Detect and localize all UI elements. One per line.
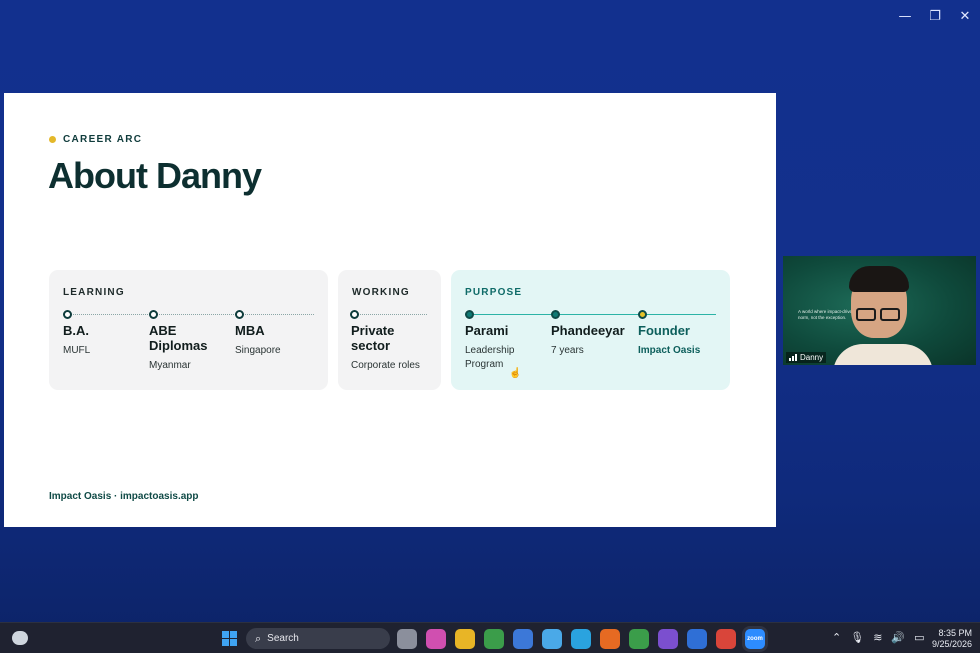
clock-date: 9/25/2026 [931, 639, 972, 649]
step-sub: MUFL [63, 345, 91, 356]
copilot-icon[interactable] [426, 629, 446, 649]
participant-name: Danny [800, 353, 824, 362]
timeline-track [63, 314, 314, 315]
step-title: Parami [465, 323, 509, 338]
viber-icon[interactable] [658, 629, 678, 649]
taskbar: ⌕ Search zoom ⌃ 🎙 ≋ 🔊 ▭ 8:35 PM 9/25/202… [0, 622, 980, 653]
wifi-icon[interactable]: ≋ [873, 631, 882, 644]
timeline-node-active-icon [638, 310, 647, 319]
participant-video[interactable]: A world where impact-driven p... are the… [783, 256, 976, 365]
firefox-icon[interactable] [600, 629, 620, 649]
timeline-node-icon [149, 310, 158, 319]
step-title: B.A. [63, 323, 89, 338]
glass-lens [880, 308, 900, 321]
battery-icon[interactable]: ▭ [914, 631, 924, 644]
timeline-node-icon [235, 310, 244, 319]
search-label: Search [267, 633, 299, 644]
hand-cursor-icon: ☝ [509, 368, 522, 379]
taskbar-clock[interactable]: 8:35 PM 9/25/2026 [932, 628, 972, 650]
shared-slide: CAREER ARC About Danny LEARNING B.A. MUF… [4, 93, 776, 527]
glasses-icon [856, 308, 904, 322]
eyebrow-dot-icon [49, 136, 56, 143]
chrome-alt-icon[interactable] [716, 629, 736, 649]
step-title: ABE Diplomas [149, 323, 208, 353]
system-tray: ⌃ 🎙 ≋ 🔊 ▭ [832, 631, 925, 644]
clock-time: 8:35 PM [938, 628, 972, 638]
step-title: Private sector [351, 323, 395, 353]
chrome-profile-icon[interactable] [629, 629, 649, 649]
timeline-node-icon [465, 310, 474, 319]
participant-name-tag: Danny [786, 352, 827, 363]
step-sub: Impact Oasis [638, 345, 701, 356]
chrome-icon[interactable] [484, 629, 504, 649]
search-icon: ⌕ [255, 631, 262, 645]
card-label: LEARNING [63, 287, 125, 298]
timeline-track [465, 314, 716, 315]
volume-icon[interactable]: 🔊 [891, 631, 905, 644]
microphone-icon[interactable]: 🎙 [850, 631, 864, 644]
window-controls: — ❐ ✕ [890, 6, 980, 26]
restore-button[interactable]: ❐ [920, 6, 950, 26]
glass-lens [856, 308, 876, 321]
working-card: WORKING Private sector Corporate roles [338, 270, 441, 390]
step-sub: Myanmar [149, 360, 191, 371]
timeline-node-icon [63, 310, 72, 319]
eyebrow: CAREER ARC [49, 134, 142, 145]
step-title: Phandeeyar [551, 323, 625, 338]
step-sub: Singapore [235, 345, 281, 356]
step-title: MBA [235, 323, 265, 338]
close-button[interactable]: ✕ [950, 6, 980, 26]
windows-start-icon[interactable] [222, 631, 237, 646]
participant-hair [849, 266, 909, 292]
telegram-icon[interactable] [571, 629, 591, 649]
copilot-pwa-icon[interactable] [542, 629, 562, 649]
learning-card: LEARNING B.A. MUFL ABE Diplomas Myanmar … [49, 270, 328, 390]
taskbar-search[interactable]: ⌕ Search [246, 628, 390, 649]
file-explorer-icon[interactable] [455, 629, 475, 649]
minimize-button[interactable]: — [890, 6, 920, 26]
store-icon[interactable] [513, 629, 533, 649]
step-sub: Leadership Program [465, 345, 515, 370]
participant-shirt [833, 344, 933, 365]
purpose-card: PURPOSE Parami Leadership Program Phande… [451, 270, 730, 390]
slide-footer: Impact Oasis · impactoasis.app [49, 491, 199, 502]
slide-title: About Danny [48, 155, 262, 196]
bitwarden-icon[interactable] [687, 629, 707, 649]
step-title: Founder [638, 323, 690, 338]
timeline-node-icon [350, 310, 359, 319]
step-sub: 7 years [551, 345, 584, 356]
card-label: PURPOSE [465, 287, 523, 298]
timeline-track [352, 314, 427, 315]
signal-bars-icon [789, 354, 797, 361]
taskbar-apps: zoom [397, 629, 765, 649]
timeline-node-icon [551, 310, 560, 319]
card-label: WORKING [352, 287, 410, 298]
chevron-up-icon[interactable]: ⌃ [832, 631, 841, 644]
step-sub: Corporate roles [351, 360, 420, 371]
eyebrow-label: CAREER ARC [63, 134, 143, 145]
weather-icon[interactable] [12, 631, 28, 645]
task-view-icon[interactable] [397, 629, 417, 649]
zoom-icon[interactable]: zoom [745, 629, 765, 649]
